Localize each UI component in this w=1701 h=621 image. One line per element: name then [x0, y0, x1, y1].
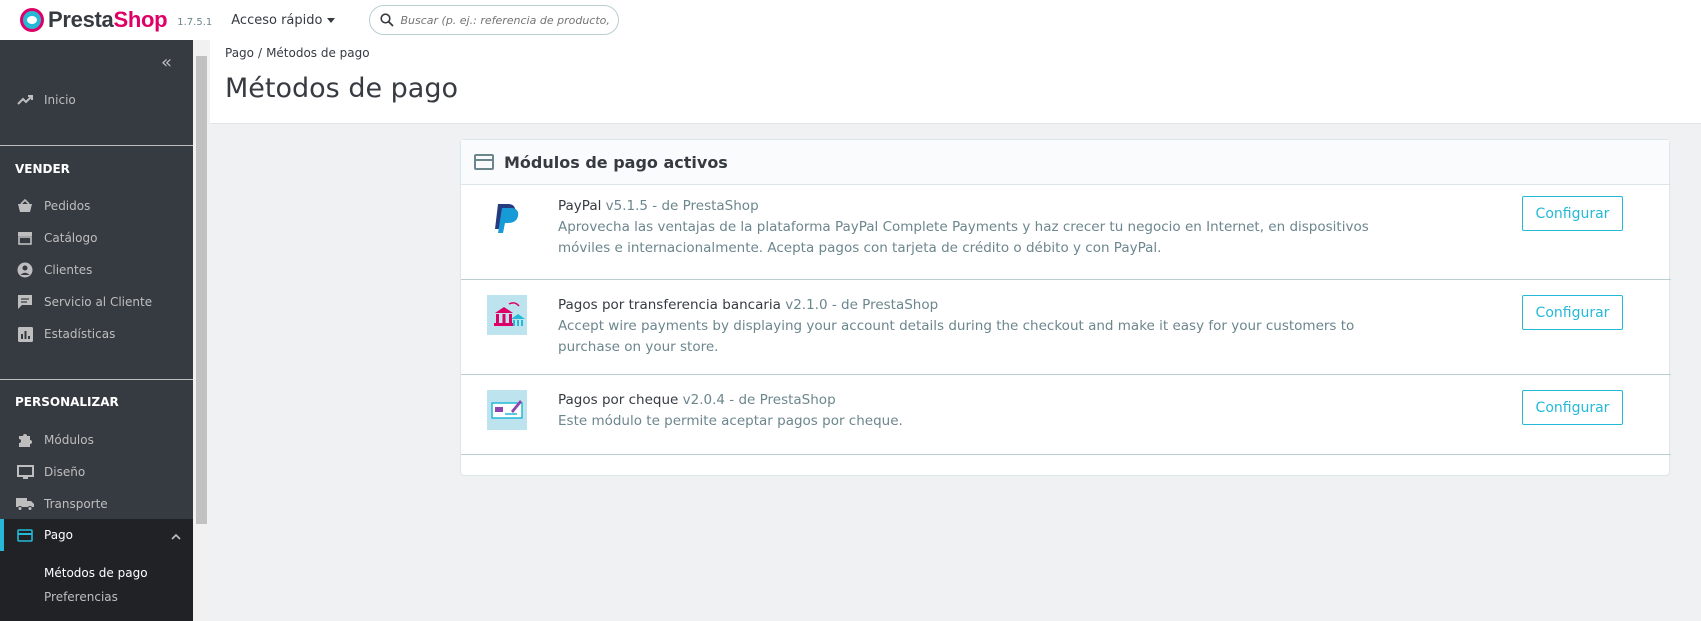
sidebar-item-catalogo[interactable]: Catálogo [0, 222, 193, 254]
module-description: Accept wire payments by displaying your … [558, 318, 1355, 355]
module-description: Este módulo te permite aceptar pagos por… [558, 413, 903, 429]
module-row-bankwire: Pagos por transferencia bancaria v2.1.0 … [461, 280, 1671, 375]
breadcrumb-link-pago[interactable]: Pago [225, 46, 254, 60]
truck-icon [16, 496, 34, 512]
card-title: Módulos de pago activos [504, 152, 728, 172]
sidebar-item-label: Catálogo [44, 231, 98, 245]
search-box[interactable] [369, 5, 620, 35]
module-name: Pagos por cheque [558, 392, 679, 408]
sidebar-divider [0, 379, 193, 380]
module-version: v2.0.4 - de PrestaShop [682, 392, 836, 408]
search-icon [380, 13, 395, 27]
sidebar-item-transporte[interactable]: Transporte [0, 488, 193, 520]
page-header: Pago / Métodos de pago Métodos de pago [210, 40, 1701, 124]
cheque-icon [487, 390, 527, 430]
logo-text: PrestaShop [48, 7, 168, 32]
chat-icon [16, 294, 34, 310]
section-vender: VENDER [15, 162, 70, 176]
module-row-paypal: PayPal v5.1.5 - de PrestaShop Aprovecha … [461, 185, 1671, 280]
sidebar-item-label: Inicio [44, 93, 76, 107]
bar-chart-icon [16, 326, 34, 342]
trending-up-icon [16, 92, 34, 108]
section-personalizar: PERSONALIZAR [15, 395, 119, 409]
quick-access-dropdown[interactable]: Acceso rápido [231, 12, 336, 28]
breadcrumb-separator: / [258, 46, 263, 60]
sidebar-item-clientes[interactable]: Clientes [0, 254, 193, 286]
sidebar-subitem-metodos-de-pago[interactable]: Métodos de pago [44, 566, 148, 580]
configure-button[interactable]: Configurar [1522, 196, 1623, 231]
credit-card-icon [16, 527, 34, 543]
quick-access-label: Acceso rápido [231, 12, 323, 28]
top-header: PrestaShop 1.7.5.1 Acceso rápido [0, 0, 1701, 40]
page-title: Métodos de pago [225, 73, 458, 104]
sidebar: « Inicio VENDER Pedidos Catálogo Cliente… [0, 40, 193, 621]
sidebar-item-label: Pedidos [44, 199, 91, 213]
module-description: Aprovecha las ventajas de la plataforma … [558, 219, 1369, 256]
sidebar-item-label: Clientes [44, 263, 93, 277]
breadcrumb-current: Métodos de pago [266, 46, 370, 60]
sidebar-subitem-preferencias[interactable]: Preferencias [44, 590, 118, 604]
module-version: v5.1.5 - de PrestaShop [605, 198, 759, 214]
bank-transfer-icon [487, 295, 527, 335]
basket-icon [16, 198, 34, 214]
module-text: PayPal v5.1.5 - de PrestaShop Aprovecha … [558, 196, 1418, 259]
sidebar-item-pedidos[interactable]: Pedidos [0, 190, 193, 222]
sidebar-item-servicio-cliente[interactable]: Servicio al Cliente [0, 286, 193, 318]
monitor-icon [16, 464, 34, 480]
puzzle-icon [16, 432, 34, 448]
credit-card-icon [474, 154, 494, 170]
search-input[interactable] [400, 13, 611, 27]
caret-down-icon [327, 17, 336, 23]
paypal-logo-icon [487, 198, 527, 238]
user-circle-icon [16, 262, 34, 278]
module-row-cheque: Pagos por cheque v2.0.4 - de PrestaShop … [461, 375, 1671, 455]
sidebar-item-diseno[interactable]: Diseño [0, 456, 193, 488]
sidebar-scrollbar[interactable] [193, 40, 210, 621]
sidebar-item-inicio[interactable]: Inicio [0, 84, 193, 116]
breadcrumb: Pago / Métodos de pago [225, 46, 370, 60]
module-text: Pagos por transferencia bancaria v2.1.0 … [558, 295, 1418, 358]
module-version: v2.1.0 - de PrestaShop [785, 297, 939, 313]
sidebar-item-label: Transporte [44, 497, 108, 511]
scrollbar-thumb[interactable] [196, 56, 207, 524]
sidebar-item-label: Servicio al Cliente [44, 295, 153, 309]
sidebar-divider [0, 145, 193, 146]
sidebar-item-label: Módulos [44, 433, 94, 447]
sidebar-item-modulos[interactable]: Módulos [0, 424, 193, 456]
sidebar-item-label: Diseño [44, 465, 86, 479]
prestashop-logo[interactable]: PrestaShop [20, 7, 168, 33]
store-icon [16, 230, 34, 246]
configure-button[interactable]: Configurar [1522, 390, 1623, 425]
sidebar-item-pago[interactable]: Pago [0, 519, 193, 551]
version-label: 1.7.5.1 [177, 16, 213, 28]
sidebar-item-label: Pago [44, 528, 74, 542]
module-text: Pagos por cheque v2.0.4 - de PrestaShop … [558, 390, 1418, 432]
sidebar-item-estadisticas[interactable]: Estadísticas [0, 318, 193, 350]
collapse-sidebar-icon[interactable]: « [161, 52, 172, 73]
puffin-logo-icon [20, 8, 44, 32]
module-name: PayPal [558, 198, 602, 214]
chevron-up-icon[interactable] [171, 529, 181, 543]
module-name: Pagos por transferencia bancaria [558, 297, 781, 313]
sidebar-item-label: Estadísticas [44, 327, 116, 341]
active-payment-modules-card: Módulos de pago activos PayPal v5.1.5 - … [460, 139, 1671, 476]
card-header: Módulos de pago activos [461, 140, 1669, 185]
configure-button[interactable]: Configurar [1522, 295, 1623, 330]
